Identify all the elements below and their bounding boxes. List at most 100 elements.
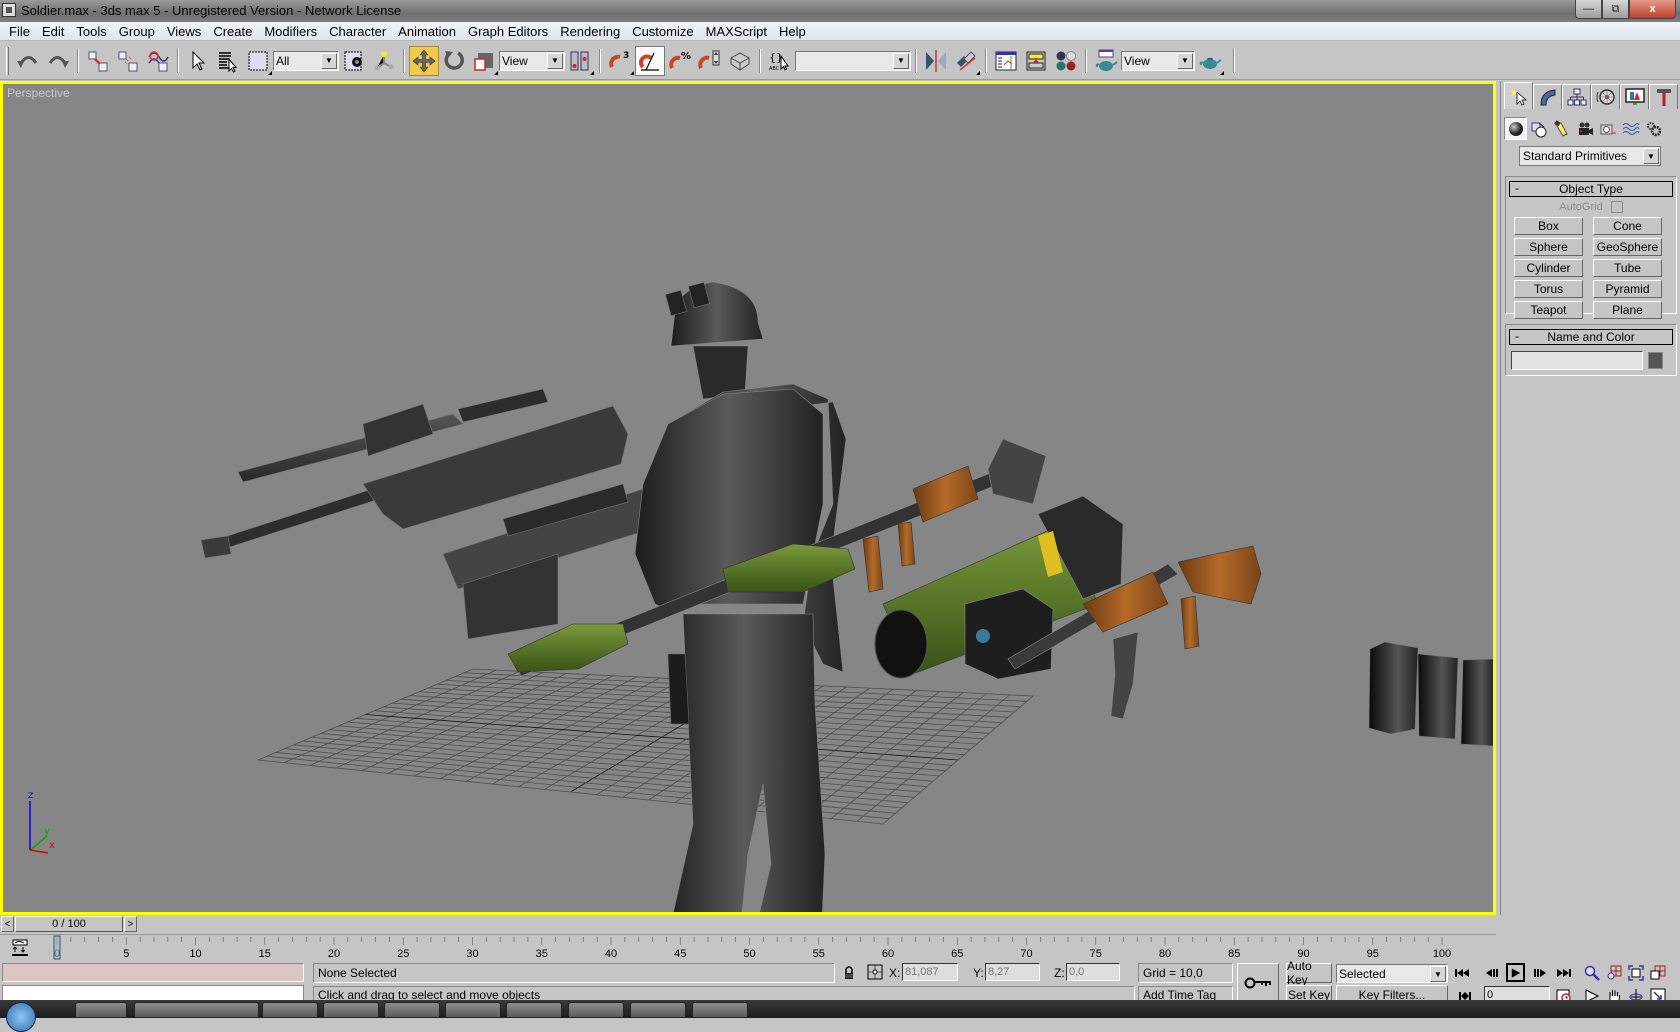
menu-graph-editors[interactable]: Graph Editors (462, 24, 554, 39)
shapes-button[interactable] (1527, 117, 1550, 140)
angle-snap-toggle-button[interactable] (635, 45, 665, 76)
tube-button[interactable]: Tube (1593, 259, 1662, 277)
cylinder-button[interactable]: Cylinder (1514, 259, 1583, 277)
time-slider-thumb[interactable]: 0 / 100 (15, 916, 123, 932)
window-crossing-button[interactable] (339, 46, 369, 76)
taskbar-item[interactable] (568, 1002, 624, 1018)
lock-selection-icon[interactable] (842, 966, 856, 980)
align-button[interactable] (951, 46, 981, 76)
named-selection-dropdown[interactable]: ▼ (795, 50, 911, 71)
menu-views[interactable]: Views (161, 24, 207, 39)
maxscript-listener-output[interactable] (2, 985, 304, 1001)
taskbar-item[interactable] (134, 1002, 259, 1018)
menu-file[interactable]: File (3, 24, 36, 39)
auto-key-button[interactable]: Auto Key (1286, 959, 1332, 987)
object-type-header[interactable]: - Object Type (1509, 181, 1673, 197)
cameras-button[interactable] (1573, 117, 1596, 140)
taskbar-item[interactable] (630, 1002, 686, 1018)
x-coordinate-field[interactable]: 81,087 (902, 963, 958, 981)
taskbar-item[interactable] (692, 1002, 748, 1018)
menu-maxscript[interactable]: MAXScript (700, 24, 773, 39)
select-and-link-button[interactable] (83, 46, 113, 76)
menu-group[interactable]: Group (113, 24, 161, 39)
cone-button[interactable]: Cone (1593, 217, 1662, 235)
named-selection-sets-button[interactable] (725, 46, 755, 76)
tab-create[interactable] (1504, 82, 1533, 109)
select-and-rotate-button[interactable] (439, 46, 469, 76)
render-type-dropdown[interactable]: View ▼ (1121, 50, 1195, 71)
autogrid-checkbox[interactable] (1610, 201, 1623, 213)
menu-animation[interactable]: Animation (392, 24, 462, 39)
viewport-label[interactable]: Perspective (7, 86, 70, 100)
box-button[interactable]: Box (1514, 217, 1583, 235)
tab-motion[interactable] (1591, 84, 1620, 109)
zoom-all-button[interactable] (1604, 964, 1624, 982)
current-frame-marker[interactable] (53, 935, 61, 960)
helpers-button[interactable] (1596, 117, 1619, 140)
taskbar-item[interactable] (262, 1002, 318, 1018)
plane-button[interactable]: Plane (1593, 301, 1662, 319)
systems-button[interactable] (1642, 117, 1665, 140)
geosphere-button[interactable]: GeoSphere (1593, 238, 1662, 256)
minimize-button[interactable]: — (1575, 0, 1602, 19)
menu-help[interactable]: Help (773, 24, 812, 39)
taskbar-item[interactable] (506, 1002, 562, 1018)
undo-button[interactable] (13, 46, 43, 76)
material-editor-button[interactable] (1051, 46, 1081, 76)
schematic-view-button[interactable] (1021, 46, 1051, 76)
perspective-viewport[interactable]: z y x Perspective (0, 81, 1496, 915)
tab-display[interactable] (1620, 84, 1649, 109)
zoom-button[interactable] (1582, 964, 1602, 982)
menu-tools[interactable]: Tools (70, 24, 112, 39)
maximize-button[interactable]: ⧉ (1602, 0, 1629, 19)
taskbar-item[interactable] (75, 1002, 127, 1018)
tab-modify[interactable] (1533, 84, 1562, 109)
menu-create[interactable]: Create (207, 24, 258, 39)
object-category-dropdown[interactable]: Standard Primitives ▼ (1519, 146, 1661, 166)
redo-button[interactable] (43, 46, 73, 76)
render-scene-button[interactable] (1091, 46, 1121, 76)
z-coordinate-field[interactable]: 0,0 (1066, 963, 1120, 981)
taskbar-item[interactable] (323, 1002, 379, 1018)
selection-filter-dropdown[interactable]: All ▼ (273, 50, 339, 71)
set-keys-button[interactable] (1237, 963, 1279, 1003)
reference-coordinate-dropdown[interactable]: View ▼ (499, 50, 565, 71)
pyramid-button[interactable]: Pyramid (1593, 280, 1662, 298)
app-icon[interactable] (2, 3, 16, 17)
maxscript-listener-input[interactable] (2, 963, 304, 982)
space-warps-button[interactable] (1619, 117, 1642, 140)
go-to-start-button[interactable] (1452, 964, 1472, 982)
selection-center-button[interactable] (369, 46, 399, 76)
time-slider-prev-button[interactable]: < (1, 916, 14, 932)
menu-character[interactable]: Character (323, 24, 392, 39)
key-mode-dropdown[interactable]: Selected ▼ (1336, 964, 1448, 983)
lights-button[interactable] (1550, 117, 1573, 140)
sphere-button[interactable]: Sphere (1514, 238, 1583, 256)
teapot-button[interactable]: Teapot (1514, 301, 1583, 319)
track-bar[interactable]: 0510152025303540455055606570758085909510… (0, 934, 1496, 960)
bind-to-space-warp-button[interactable] (143, 46, 173, 76)
absolute-mode-transform-icon[interactable] (867, 964, 883, 980)
rectangular-selection-region-button[interactable] (243, 46, 273, 76)
spinner-snap-toggle-button[interactable] (695, 46, 725, 76)
unlink-selection-button[interactable] (113, 46, 143, 76)
close-button[interactable]: x (1629, 0, 1676, 19)
next-frame-button[interactable] (1530, 964, 1550, 982)
select-and-move-button[interactable] (409, 45, 439, 76)
edit-named-selections-button[interactable]: {} ABC (765, 46, 795, 76)
menu-edit[interactable]: Edit (36, 24, 70, 39)
taskbar-item[interactable] (445, 1002, 501, 1018)
start-button[interactable] (6, 1002, 36, 1032)
mirror-button[interactable] (921, 46, 951, 76)
y-coordinate-field[interactable]: 8,27 (985, 963, 1040, 981)
previous-frame-button[interactable] (1482, 964, 1502, 982)
zoom-extents-button[interactable] (1626, 964, 1646, 982)
quick-render-button[interactable] (1195, 46, 1225, 76)
menu-customize[interactable]: Customize (626, 24, 699, 39)
menu-rendering[interactable]: Rendering (554, 24, 626, 39)
time-slider-next-button[interactable]: > (124, 916, 137, 932)
tab-hierarchy[interactable] (1562, 84, 1591, 109)
select-object-button[interactable] (183, 46, 213, 76)
tab-utilities[interactable] (1649, 84, 1678, 109)
zoom-extents-all-button[interactable] (1648, 964, 1668, 982)
